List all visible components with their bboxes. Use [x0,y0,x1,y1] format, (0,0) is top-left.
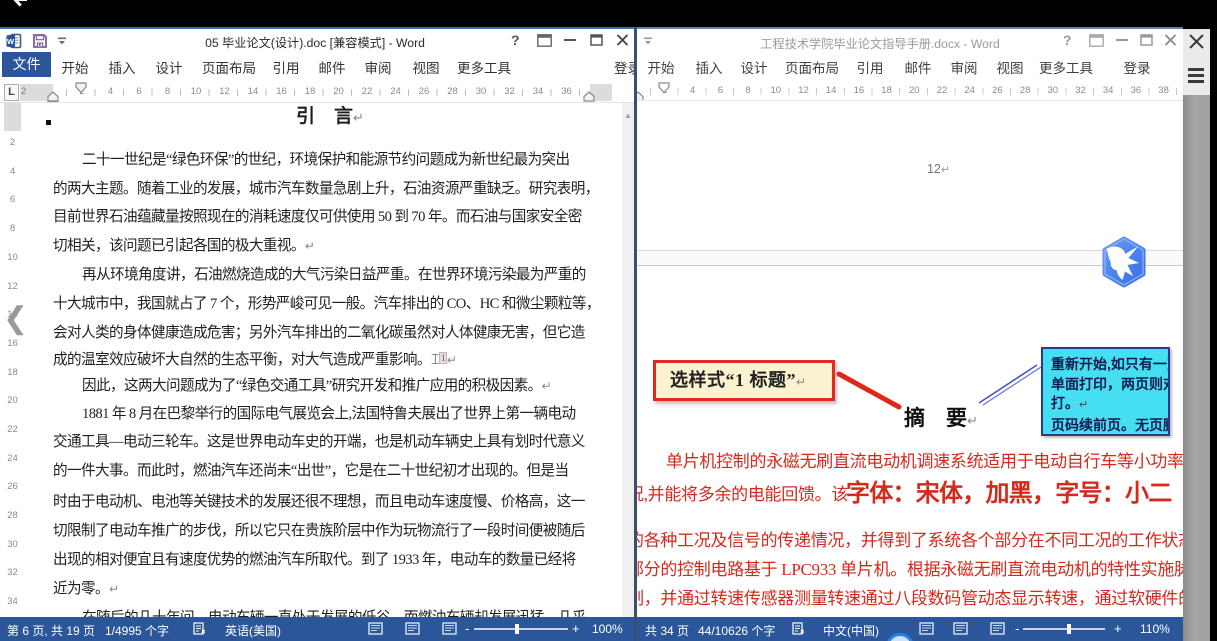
svg-text:W: W [7,37,15,46]
